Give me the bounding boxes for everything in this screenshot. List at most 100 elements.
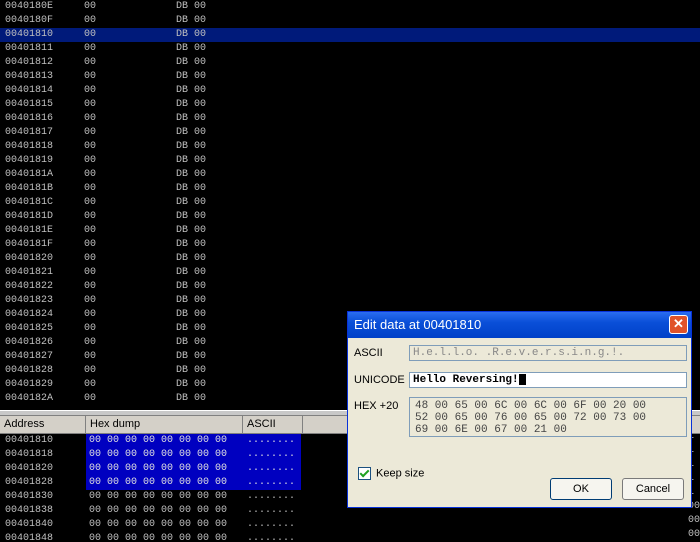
disasm-address: 00401828 (5, 365, 54, 376)
disasm-address: 00401815 (5, 99, 54, 110)
disasm-address: 00401823 (5, 295, 54, 306)
disasm-address: 00401829 (5, 379, 54, 390)
disasm-row[interactable]: 0040181F 00 DB 00 (0, 238, 700, 252)
disasm-address: 00401813 (5, 71, 54, 82)
disasm-mnemonic: DB 00 (176, 225, 207, 236)
disasm-address: 0040180E (5, 1, 54, 12)
ok-button[interactable]: OK (550, 478, 612, 500)
disasm-row[interactable]: 00401819 00 DB 00 (0, 154, 700, 168)
right-strip-cell: 001 (688, 515, 700, 526)
dump-ascii: ........ (247, 519, 296, 530)
disasm-row[interactable]: 00401821 00 DB 00 (0, 266, 700, 280)
dump-address: 00401830 (5, 491, 54, 502)
disasm-address: 00401821 (5, 267, 54, 278)
dialog-title[interactable]: Edit data at 00401810 (348, 312, 691, 338)
dump-row[interactable]: 00401848 00 00 00 00 00 00 00 00........ (0, 532, 700, 542)
dump-ascii: ........ (247, 491, 296, 502)
text-caret (518, 373, 526, 385)
disasm-mnemonic: DB 00 (176, 197, 207, 208)
disasm-hex: 00 (84, 379, 97, 390)
disasm-row[interactable]: 0040181E 00 DB 00 (0, 224, 700, 238)
dump-address: 00401810 (5, 435, 54, 446)
dump-header-hex[interactable]: Hex dump (86, 416, 243, 434)
disasm-address: 0040181F (5, 239, 54, 250)
disasm-address: 0040181E (5, 225, 54, 236)
disasm-hex: 00 (84, 267, 97, 278)
disasm-hex: 00 (84, 351, 97, 362)
dump-hex: 00 00 00 00 00 00 00 00 (86, 476, 245, 490)
dump-ascii: ........ (245, 448, 301, 462)
disasm-row[interactable]: 0040180E 00 DB 00 (0, 0, 700, 14)
dump-ascii: ........ (245, 476, 301, 490)
disasm-row[interactable]: 0040181D 00 DB 00 (0, 210, 700, 224)
disasm-mnemonic: DB 00 (176, 379, 207, 390)
disasm-address: 0040180F (5, 15, 54, 26)
disasm-mnemonic: DB 00 (176, 71, 207, 82)
disasm-address: 0040181A (5, 169, 54, 180)
dump-row[interactable]: 00401840 00 00 00 00 00 00 00 00........ (0, 518, 700, 532)
disasm-address: 00401814 (5, 85, 54, 96)
close-icon[interactable]: ✕ (669, 315, 688, 334)
disasm-hex: 00 (84, 393, 97, 404)
hex-label: HEX +20 (354, 400, 399, 412)
disasm-address: 00401827 (5, 351, 54, 362)
disasm-row[interactable]: 00401814 00 DB 00 (0, 84, 700, 98)
disasm-address: 00401812 (5, 57, 54, 68)
unicode-field[interactable]: Hello Reversing! (409, 372, 687, 388)
disasm-row[interactable]: 0040181B 00 DB 00 (0, 182, 700, 196)
dump-header-ascii[interactable]: ASCII (243, 416, 303, 434)
disasm-mnemonic: DB 00 (176, 253, 207, 264)
disasm-row[interactable]: 00401811 00 DB 00 (0, 42, 700, 56)
edit-data-dialog: Edit data at 00401810 ✕ ASCII H.e.l.l.o.… (347, 311, 692, 508)
disasm-mnemonic: DB 00 (176, 57, 207, 68)
disasm-row[interactable]: 00401822 00 DB 00 (0, 280, 700, 294)
dump-header-address[interactable]: Address (0, 416, 86, 434)
disasm-row[interactable]: 00401820 00 DB 00 (0, 252, 700, 266)
disasm-address: 00401811 (5, 43, 54, 54)
dump-address: 00401840 (5, 519, 54, 530)
disasm-row[interactable]: 00401816 00 DB 00 (0, 112, 700, 126)
dump-hex: 00 00 00 00 00 00 00 00 (89, 519, 228, 530)
dump-hex: 00 00 00 00 00 00 00 00 (89, 533, 228, 542)
hex-field[interactable]: 48 00 65 00 6C 00 6C 00 6F 00 20 00 52 0… (409, 397, 687, 437)
disasm-hex: 00 (84, 141, 97, 152)
hex-line: 69 00 6E 00 67 00 21 00 (415, 424, 567, 436)
disasm-mnemonic: DB 00 (176, 365, 207, 376)
disasm-hex: 00 (84, 99, 97, 110)
disasm-hex: 00 (84, 295, 97, 306)
disasm-hex: 00 (84, 155, 97, 166)
checkbox-icon[interactable] (358, 467, 371, 480)
disasm-hex: 00 (84, 197, 97, 208)
disasm-row[interactable]: 00401817 00 DB 00 (0, 126, 700, 140)
disasm-row[interactable]: 00401815 00 DB 00 (0, 98, 700, 112)
disasm-row[interactable]: 0040181A 00 DB 00 (0, 168, 700, 182)
dump-hex: 00 00 00 00 00 00 00 00 (86, 462, 245, 476)
dump-address: 00401828 (5, 477, 54, 488)
disasm-mnemonic: DB 00 (176, 183, 207, 194)
cancel-button[interactable]: Cancel (622, 478, 684, 500)
disasm-row[interactable]: 00401813 00 DB 00 (0, 70, 700, 84)
disasm-address: 00401810 (5, 29, 54, 40)
disasm-hex: 00 (84, 127, 97, 138)
unicode-value: Hello Reversing! (413, 374, 519, 386)
disasm-hex: 00 (84, 323, 97, 334)
disasm-row[interactable]: 00401812 00 DB 00 (0, 56, 700, 70)
right-strip-cell: 00 (688, 529, 700, 540)
disasm-hex: 00 (84, 85, 97, 96)
dump-address: 00401818 (5, 449, 54, 460)
disasm-mnemonic: DB 00 (176, 155, 207, 166)
disasm-row[interactable]: 0040181C 00 DB 00 (0, 196, 700, 210)
disasm-address: 0040181B (5, 183, 54, 194)
disasm-row[interactable]: 00401810 00 DB 00 (0, 28, 700, 42)
disasm-row[interactable]: 00401818 00 DB 00 (0, 140, 700, 154)
ascii-field[interactable]: H.e.l.l.o. .R.e.v.e.r.s.i.n.g.!. (409, 345, 687, 361)
disasm-hex: 00 (84, 183, 97, 194)
dump-ascii: ........ (247, 505, 296, 516)
disasm-address: 00401818 (5, 141, 54, 152)
keep-size-checkbox[interactable]: Keep size (358, 467, 424, 480)
disasm-mnemonic: DB 00 (176, 309, 207, 320)
disasm-hex: 00 (84, 71, 97, 82)
dump-ascii: ........ (245, 434, 301, 448)
disasm-row[interactable]: 0040180F 00 DB 00 (0, 14, 700, 28)
disasm-row[interactable]: 00401823 00 DB 00 (0, 294, 700, 308)
